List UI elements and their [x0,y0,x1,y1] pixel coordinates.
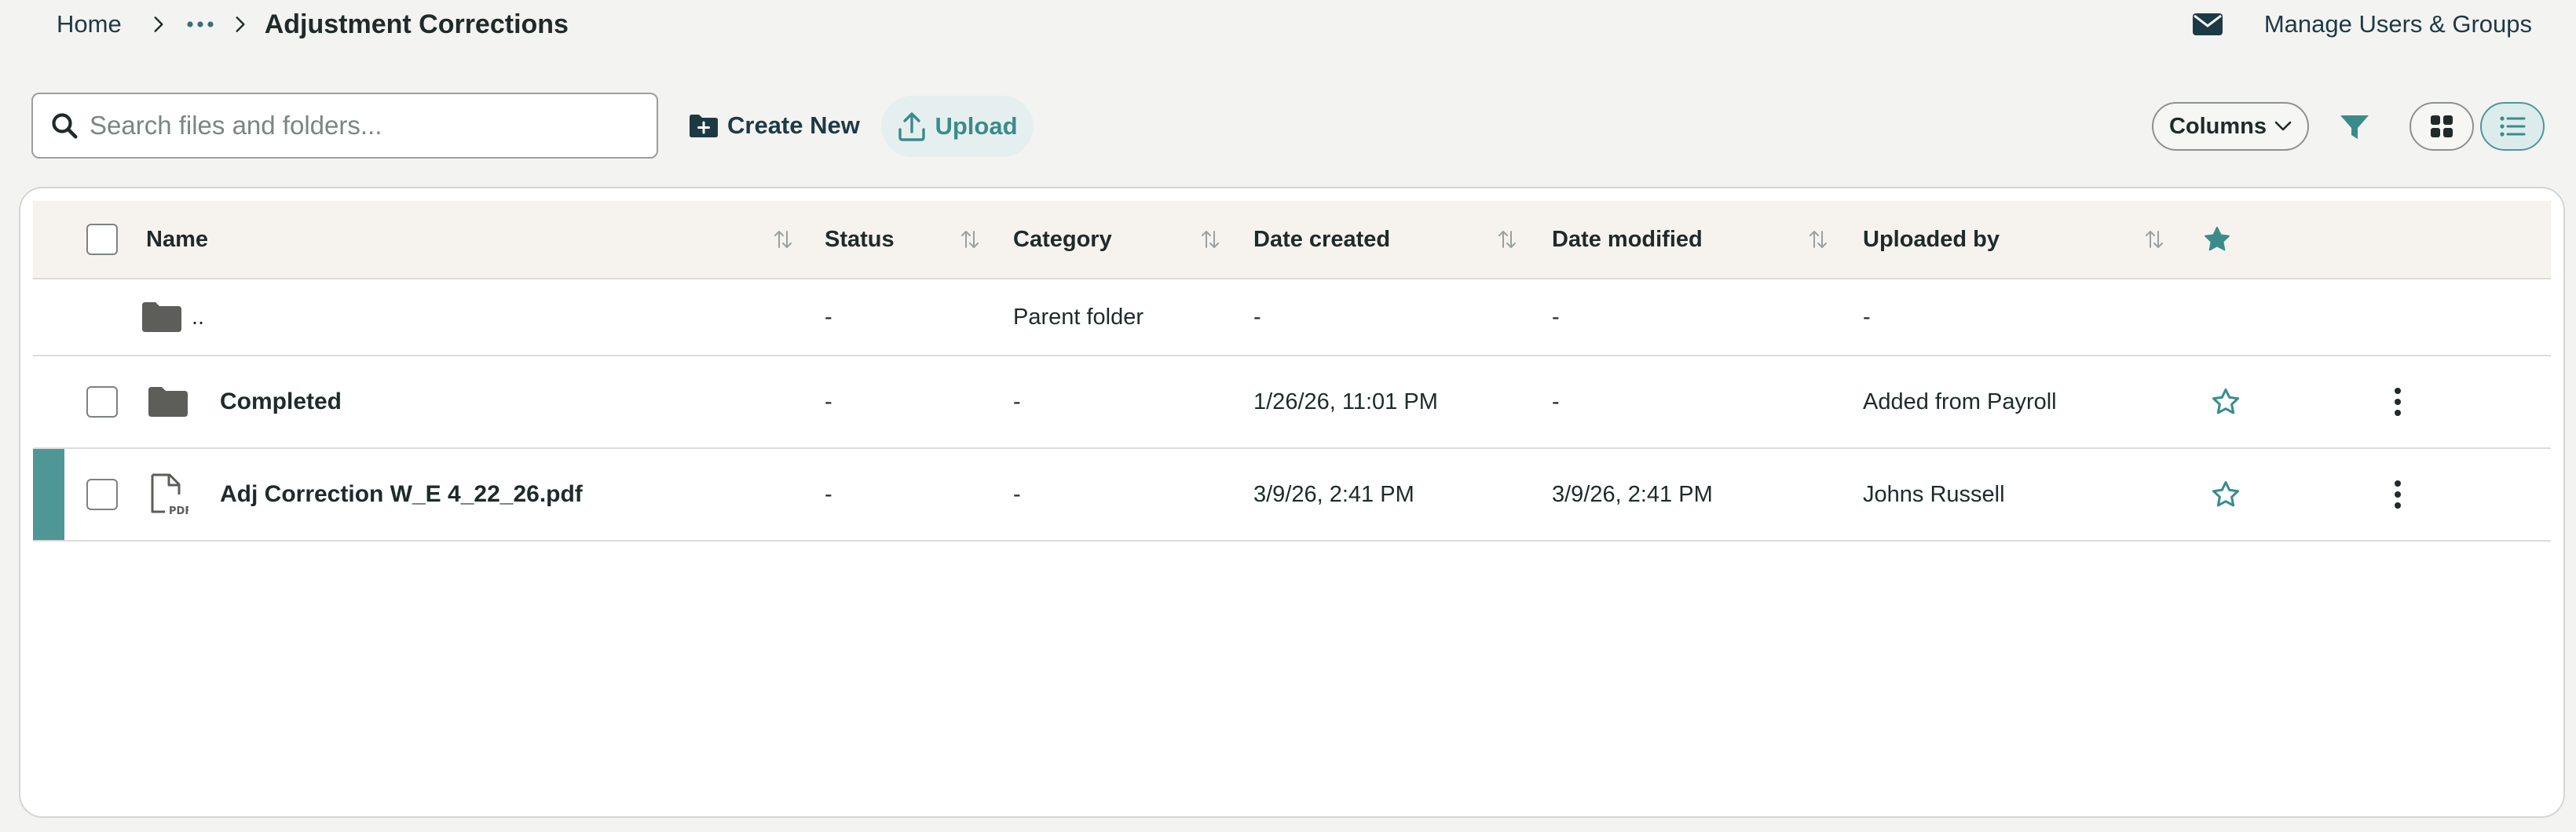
date-created-cell: 3/9/26, 2:41 PM [1253,481,1414,507]
row-select-cell [86,449,118,540]
grid-view-button[interactable] [2410,102,2474,151]
category-cell: - [1013,481,1021,507]
star-icon[interactable] [2202,225,2232,254]
folder-icon [148,387,188,417]
category-cell: Parent folder [1013,304,1144,330]
upload-icon [898,112,926,141]
create-new-button[interactable]: Create New [685,97,863,154]
column-header-category[interactable]: Category [1013,201,1112,278]
list-icon [2500,116,2526,137]
search-input[interactable] [90,111,639,140]
table-row[interactable]: Completed - - 1/26/26, 11:01 PM - Added … [33,356,2551,449]
star-outline-icon[interactable] [2210,387,2241,417]
status-cell: - [825,304,832,330]
date-modified-cell: - [1552,304,1560,330]
category-cell: - [1013,389,1021,414]
page-title: Adjustment Corrections [264,9,569,39]
top-bar: Home Adjustment Corrections Manage Users… [0,0,2576,49]
row-highlight-bar [33,449,64,540]
chevron-down-icon [2274,121,2292,131]
mail-icon[interactable] [2192,13,2223,36]
breadcrumb-home-link[interactable]: Home [57,10,122,38]
top-right-actions: Manage Users & Groups [2192,0,2532,49]
parent-folder-name[interactable]: .. [192,279,204,355]
columns-button[interactable]: Columns [2152,102,2309,151]
date-modified-cell: 3/9/26, 2:41 PM [1552,481,1713,507]
file-name[interactable]: Completed [220,356,342,447]
favorite-cell [2210,449,2241,540]
pdf-icon-cell: PDF [148,449,188,540]
status-cell: - [825,389,832,414]
file-name[interactable]: Adj Correction W_E 4_22_26.pdf [220,449,583,540]
pdf-file-icon: PDF [151,473,188,516]
date-modified-cell: - [1552,389,1560,414]
list-view-button[interactable] [2480,102,2545,151]
sort-name-cell [773,201,793,278]
svg-text:PDF: PDF [169,505,188,516]
row-select-cell [86,356,118,447]
chevron-right-icon [230,14,251,35]
row-checkbox[interactable] [86,479,118,510]
column-header-date-modified[interactable]: Date modified [1552,201,1703,278]
ellipsis-icon[interactable] [186,19,214,30]
column-header-date-created[interactable]: Date created [1253,201,1390,278]
sort-icon[interactable] [2144,228,2164,250]
star-outline-icon[interactable] [2210,480,2241,509]
search-box[interactable] [31,93,658,159]
sort-icon[interactable] [773,228,793,250]
filter-icon [2340,115,2369,139]
row-actions-cell [2394,449,2402,540]
favorite-column-cell [2202,201,2232,278]
breadcrumb: Home Adjustment Corrections [57,0,569,49]
file-table-panel: Name Status Category Date created Date m… [19,187,2565,818]
filter-button[interactable] [2337,110,2372,144]
folder-icon-cell [148,356,188,447]
table-row-parent-folder[interactable]: .. - Parent folder - - - [33,279,2551,356]
columns-label: Columns [2168,113,2267,139]
uploaded-by-cell: - [1863,304,1871,330]
upload-label: Upload [935,112,1018,140]
search-icon [52,113,78,139]
sort-icon[interactable] [1200,228,1220,250]
folder-icon-cell [141,279,182,355]
create-new-label: Create New [727,111,860,139]
sort-icon[interactable] [1497,228,1517,250]
date-created-cell: - [1253,304,1261,330]
sort-uploaded-by-cell [2144,201,2164,278]
row-actions-cell [2394,356,2402,447]
folder-plus-icon [690,115,718,137]
favorite-cell [2210,356,2241,447]
sort-icon[interactable] [1808,228,1828,250]
row-checkbox[interactable] [86,386,118,418]
manage-users-groups-link[interactable]: Manage Users & Groups [2264,10,2532,38]
sort-icon[interactable] [960,228,980,250]
uploaded-by-cell: Added from Payroll [1863,389,2057,414]
column-header-name[interactable]: Name [146,201,208,278]
status-cell: - [825,481,832,507]
column-header-uploaded-by[interactable]: Uploaded by [1863,201,2000,278]
select-all-cell [86,201,118,278]
folder-icon [142,302,181,332]
sort-date-created-cell [1497,201,1517,278]
kebab-icon[interactable] [2394,480,2402,509]
select-all-checkbox[interactable] [86,224,118,255]
uploaded-by-cell: Johns Russell [1863,481,2005,507]
kebab-icon[interactable] [2394,387,2402,417]
chevron-right-icon [148,14,169,35]
table-header-row: Name Status Category Date created Date m… [33,201,2551,279]
column-header-status[interactable]: Status [825,201,895,278]
table-row[interactable]: PDF Adj Correction W_E 4_22_26.pdf - - 3… [33,449,2551,542]
sort-status-cell [960,201,980,278]
grid-icon [2431,115,2453,137]
upload-button[interactable]: Upload [881,96,1034,157]
sort-category-cell [1200,201,1220,278]
date-created-cell: 1/26/26, 11:01 PM [1253,389,1438,414]
sort-date-modified-cell [1808,201,1828,278]
